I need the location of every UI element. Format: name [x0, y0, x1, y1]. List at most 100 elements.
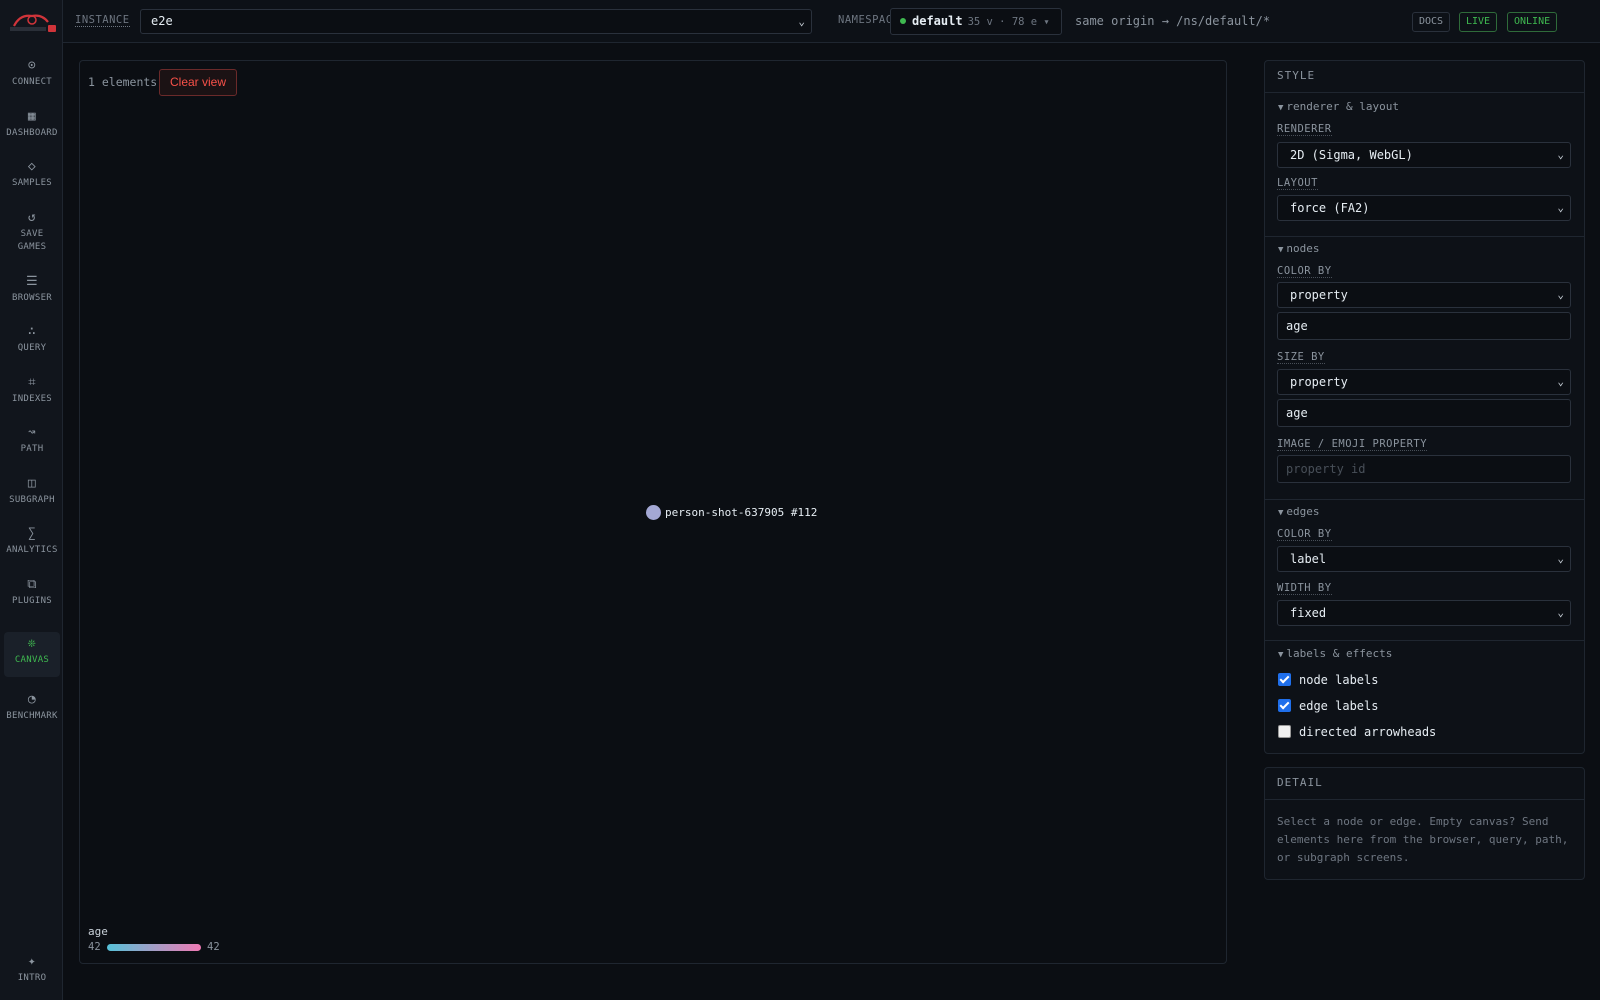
- chevron-down-icon: ⌄: [1557, 375, 1564, 388]
- section-label: renderer & layout: [1286, 100, 1400, 113]
- renderer-label: RENDERER: [1277, 123, 1332, 136]
- query-icon: ∴: [27, 324, 37, 339]
- browser-icon: ☰: [26, 274, 38, 289]
- size-by-label: SIZE BY: [1277, 351, 1325, 364]
- sidebar-item-save-games[interactable]: ↺ SAVE GAMES: [4, 206, 60, 254]
- sidebar-item-label: SAVE GAMES: [17, 229, 47, 252]
- sidebar-item-intro[interactable]: ✦ INTRO: [4, 950, 60, 985]
- graph-node[interactable]: [646, 505, 661, 520]
- app-logo: [10, 14, 56, 32]
- sidebar-item-path[interactable]: ↝ PATH: [4, 421, 60, 456]
- size-property-input[interactable]: age: [1277, 399, 1571, 427]
- sidebar-item-label: BENCHMARK: [6, 711, 58, 721]
- sidebar-item-samples[interactable]: ◇ SAMPLES: [4, 155, 60, 190]
- renderer-select[interactable]: 2D (Sigma, WebGL) ⌄: [1277, 142, 1571, 168]
- sidebar-item-label: QUERY: [17, 343, 47, 353]
- benchmark-icon: ◔: [27, 692, 37, 707]
- layout-value: force (FA2): [1290, 201, 1370, 215]
- instance-select[interactable]: e2e ⌄: [140, 9, 812, 34]
- sidebar-item-label: CANVAS: [14, 655, 50, 665]
- node-labels-label: node labels: [1299, 673, 1379, 687]
- sidebar-item-label: BROWSER: [11, 293, 53, 303]
- section-renderer-layout[interactable]: ▼ renderer & layout: [1278, 100, 1399, 113]
- chevron-down-icon: ⌄: [1557, 606, 1564, 619]
- node-color-property-input[interactable]: age: [1277, 312, 1571, 340]
- edge-color-by-select[interactable]: label ⌄: [1277, 546, 1571, 572]
- sidebar: ⊙ CONNECT ▦ DASHBOARD ◇ SAMPLES ↺ SAVE G…: [0, 0, 63, 1000]
- clear-view-button[interactable]: Clear view: [159, 69, 238, 96]
- layout-select[interactable]: force (FA2) ⌄: [1277, 195, 1571, 221]
- sidebar-item-benchmark[interactable]: ◔ BENCHMARK: [4, 688, 60, 723]
- legend-gradient-bar: [107, 944, 201, 951]
- size-by-value: property: [1290, 375, 1348, 389]
- dashboard-icon: ▦: [27, 109, 37, 124]
- style-panel: STYLE ▼ renderer & layout RENDERER 2D (Si…: [1264, 60, 1585, 754]
- save-games-icon: ↺: [27, 210, 37, 225]
- section-label: labels & effects: [1286, 647, 1393, 660]
- triangle-down-icon: ▼: [1278, 245, 1284, 255]
- plugins-icon: ⧉: [27, 577, 37, 592]
- layout-label: LAYOUT: [1277, 177, 1318, 190]
- section-nodes[interactable]: ▼ nodes: [1278, 242, 1320, 255]
- arrowheads-checkbox-row[interactable]: directed arrowheads: [1278, 724, 1436, 740]
- image-property-input[interactable]: property id: [1277, 455, 1571, 483]
- sidebar-item-subgraph[interactable]: ◫ SUBGRAPH: [4, 472, 60, 507]
- detail-panel-title: DETAIL: [1265, 768, 1584, 800]
- instance-value: e2e: [151, 14, 173, 28]
- graph-node-label: person-shot-637905 #112: [665, 506, 818, 519]
- namespace-stats: 35 v · 78 e ▾: [967, 16, 1050, 28]
- sidebar-item-label: INTRO: [17, 973, 47, 983]
- section-edges[interactable]: ▼ edges: [1278, 505, 1320, 518]
- samples-icon: ◇: [27, 159, 37, 174]
- width-by-value: fixed: [1290, 606, 1327, 620]
- graph-canvas[interactable]: 1 elements Clear view person-shot-637905…: [79, 60, 1227, 964]
- node-labels-checkbox-row[interactable]: node labels: [1278, 672, 1378, 688]
- node-labels-checkbox[interactable]: [1278, 673, 1291, 686]
- sidebar-item-connect[interactable]: ⊙ CONNECT: [4, 54, 60, 89]
- sidebar-item-label: DASHBOARD: [6, 128, 58, 138]
- node-color-by-value: property: [1290, 288, 1348, 302]
- chevron-down-icon: ⌄: [1557, 148, 1564, 161]
- sidebar-item-label: CONNECT: [11, 77, 53, 87]
- sidebar-item-label: PATH: [20, 444, 44, 454]
- divider: [1265, 499, 1584, 500]
- triangle-down-icon: ▼: [1278, 650, 1284, 660]
- analytics-icon: ∑: [27, 526, 37, 541]
- chevron-down-icon: ⌄: [1557, 201, 1564, 214]
- legend-title: age: [88, 925, 108, 938]
- section-label: nodes: [1286, 242, 1320, 255]
- image-emoji-label: IMAGE / EMOJI PROPERTY: [1277, 438, 1428, 451]
- sidebar-item-browser[interactable]: ☰ BROWSER: [4, 270, 60, 305]
- sidebar-item-label: SAMPLES: [11, 178, 53, 188]
- section-label: edges: [1286, 505, 1320, 518]
- node-color-by-select[interactable]: property ⌄: [1277, 282, 1571, 308]
- live-badge: LIVE: [1459, 12, 1498, 32]
- triangle-down-icon: ▼: [1278, 103, 1284, 113]
- sidebar-item-query[interactable]: ∴ QUERY: [4, 320, 60, 355]
- sidebar-item-label: PLUGINS: [11, 596, 53, 606]
- detail-panel: DETAIL Select a node or edge. Empty canv…: [1264, 767, 1585, 880]
- arrowheads-label: directed arrowheads: [1299, 725, 1437, 739]
- width-by-select[interactable]: fixed ⌄: [1277, 600, 1571, 626]
- sidebar-item-canvas[interactable]: ❊ CANVAS: [4, 632, 60, 677]
- section-labels-effects[interactable]: ▼ labels & effects: [1278, 647, 1392, 660]
- namespace-selector[interactable]: default 35 v · 78 e ▾: [890, 8, 1062, 35]
- legend-max: 42: [207, 941, 220, 953]
- edge-labels-checkbox-row[interactable]: edge labels: [1278, 698, 1378, 714]
- sidebar-item-dashboard[interactable]: ▦ DASHBOARD: [4, 105, 60, 140]
- edge-labels-checkbox[interactable]: [1278, 699, 1291, 712]
- docs-link[interactable]: DOCS: [1412, 12, 1451, 32]
- indexes-icon: ⌗: [28, 375, 36, 390]
- path-icon: ↝: [27, 425, 37, 440]
- triangle-down-icon: ▼: [1278, 508, 1284, 518]
- edge-labels-label: edge labels: [1299, 699, 1379, 713]
- sidebar-item-analytics[interactable]: ∑ ANALYTICS: [4, 522, 60, 557]
- size-by-select[interactable]: property ⌄: [1277, 369, 1571, 395]
- sidebar-item-indexes[interactable]: ⌗ INDEXES: [4, 371, 60, 406]
- status-dot-icon: [900, 17, 906, 24]
- legend-min: 42: [88, 941, 101, 953]
- divider: [1265, 640, 1584, 641]
- detail-empty-text: Select a node or edge. Empty canvas? Sen…: [1277, 815, 1569, 864]
- arrowheads-checkbox[interactable]: [1278, 725, 1291, 738]
- sidebar-item-plugins[interactable]: ⧉ PLUGINS: [4, 573, 60, 608]
